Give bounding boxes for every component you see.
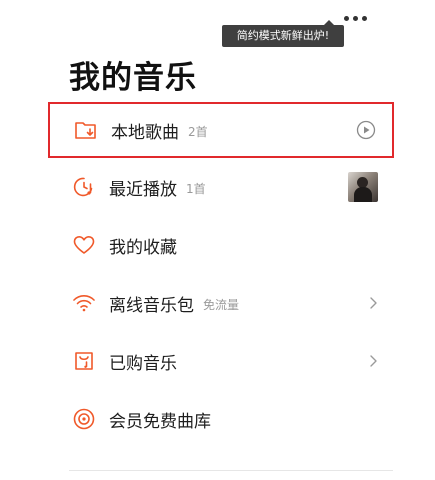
feature-tooltip: 简约模式新鲜出炉! bbox=[222, 20, 344, 47]
chevron-right-icon bbox=[368, 354, 378, 368]
album-cover-image bbox=[348, 172, 378, 202]
menu-item-label: 我的收藏 bbox=[109, 237, 177, 258]
more-dots-icon[interactable] bbox=[344, 14, 370, 24]
purchased-bag-icon bbox=[72, 349, 96, 373]
folder-download-icon bbox=[74, 118, 98, 142]
data-free-badge: 免流量 bbox=[203, 297, 240, 312]
vinyl-disc-icon bbox=[72, 407, 96, 431]
divider bbox=[69, 470, 393, 471]
menu-item-recent-plays[interactable]: 最近播放 1首 bbox=[48, 159, 394, 215]
wifi-icon bbox=[72, 291, 96, 315]
menu-item-label: 最近播放 bbox=[109, 179, 177, 200]
menu-item-favorites[interactable]: 我的收藏 bbox=[48, 217, 394, 273]
menu-item-purchased[interactable]: 已购音乐 bbox=[48, 333, 394, 389]
menu-item-label: 会员免费曲库 bbox=[109, 411, 211, 432]
song-count: 1首 bbox=[186, 181, 206, 196]
play-circle-icon[interactable] bbox=[356, 120, 376, 140]
menu-item-label: 离线音乐包 bbox=[109, 295, 194, 316]
menu-item-vip-library[interactable]: 会员免费曲库 bbox=[48, 391, 394, 447]
clock-music-icon bbox=[72, 175, 96, 199]
menu-item-offline-pack[interactable]: 离线音乐包 免流量 bbox=[48, 275, 394, 331]
chevron-right-icon bbox=[368, 296, 378, 310]
heart-icon bbox=[72, 233, 96, 257]
menu-item-label: 已购音乐 bbox=[109, 353, 177, 374]
menu-item-label: 本地歌曲 bbox=[111, 122, 179, 143]
song-count: 2首 bbox=[188, 124, 208, 139]
menu-item-local-songs[interactable]: 本地歌曲 2首 bbox=[48, 102, 394, 158]
album-thumbnail[interactable] bbox=[348, 172, 378, 202]
page-title: 我的音乐 bbox=[69, 60, 197, 96]
